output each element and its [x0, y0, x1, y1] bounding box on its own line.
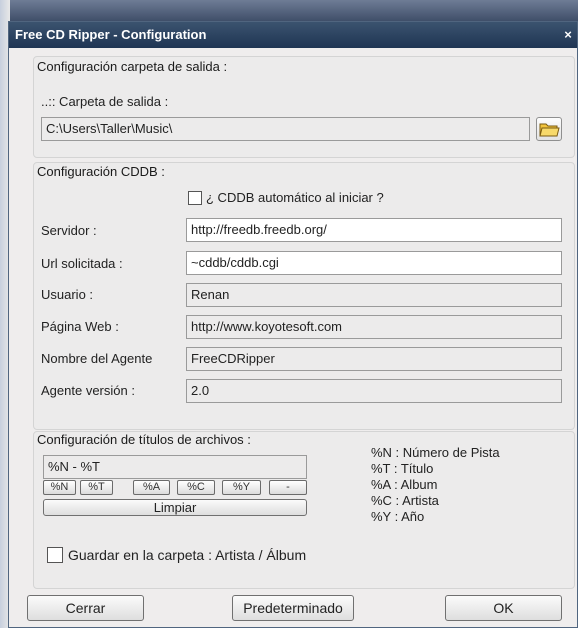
output-folder-field[interactable]: C:\Users\Taller\Music\: [41, 117, 530, 141]
close-button[interactable]: Cerrar: [27, 595, 144, 621]
pattern-field[interactable]: %N - %T: [43, 455, 307, 479]
web-field[interactable]: http://www.koyotesoft.com: [186, 315, 562, 339]
token-button-a[interactable]: %A: [133, 480, 170, 495]
server-label: Servidor :: [41, 223, 97, 238]
save-folder-label: Guardar en la carpeta : Artista / Álbum: [68, 547, 307, 563]
web-label: Página Web :: [41, 319, 119, 334]
user-label: Usuario :: [41, 287, 94, 302]
url-field[interactable]: ~cddb/cddb.cgi: [186, 251, 562, 275]
output-group-title: Configuración carpeta de salida :: [37, 59, 228, 74]
token-legend-y: %Y : Año: [371, 509, 425, 524]
token-button-dash[interactable]: -: [269, 480, 307, 495]
server-field[interactable]: http://freedb.freedb.org/: [186, 218, 562, 242]
cddb-auto-label: ¿ CDDB automático al iniciar ?: [206, 190, 384, 205]
desktop-background: [0, 0, 578, 22]
folder-icon: [539, 123, 560, 137]
browse-folder-button[interactable]: [536, 117, 562, 141]
default-button[interactable]: Predeterminado: [232, 595, 354, 621]
cddb-auto-checkbox[interactable]: [188, 191, 202, 205]
token-legend-a: %A : Album: [371, 477, 438, 492]
token-legend-n: %N : Número de Pista: [371, 445, 500, 460]
close-icon[interactable]: ×: [561, 22, 575, 48]
output-folder-label: ..:: Carpeta de salida :: [41, 94, 169, 109]
token-button-c[interactable]: %C: [177, 480, 215, 495]
agent-field[interactable]: FreeCDRipper: [186, 347, 562, 371]
titles-group-title: Configuración de títulos de archivos :: [37, 432, 251, 447]
ok-button[interactable]: OK: [445, 595, 562, 621]
version-label: Agente versión :: [41, 383, 135, 398]
configuration-dialog: Free CD Ripper - Configuration × Configu…: [8, 21, 578, 628]
token-button-n[interactable]: %N: [43, 480, 76, 495]
cddb-group-title: Configuración CDDB :: [37, 164, 165, 179]
user-field[interactable]: Renan: [186, 283, 562, 307]
clear-button[interactable]: Limpiar: [43, 499, 307, 516]
agent-label: Nombre del Agente: [41, 351, 153, 366]
window-title: Free CD Ripper - Configuration: [15, 27, 207, 42]
token-legend-t: %T : Título: [371, 461, 434, 476]
token-button-y[interactable]: %Y: [222, 480, 261, 495]
version-field[interactable]: 2.0: [186, 379, 562, 403]
save-folder-checkbox[interactable]: [47, 547, 63, 563]
token-legend-c: %C : Artista: [371, 493, 439, 508]
url-label: Url solicitada :: [41, 256, 123, 271]
title-bar[interactable]: Free CD Ripper - Configuration ×: [9, 22, 577, 48]
token-button-t[interactable]: %T: [80, 480, 113, 495]
